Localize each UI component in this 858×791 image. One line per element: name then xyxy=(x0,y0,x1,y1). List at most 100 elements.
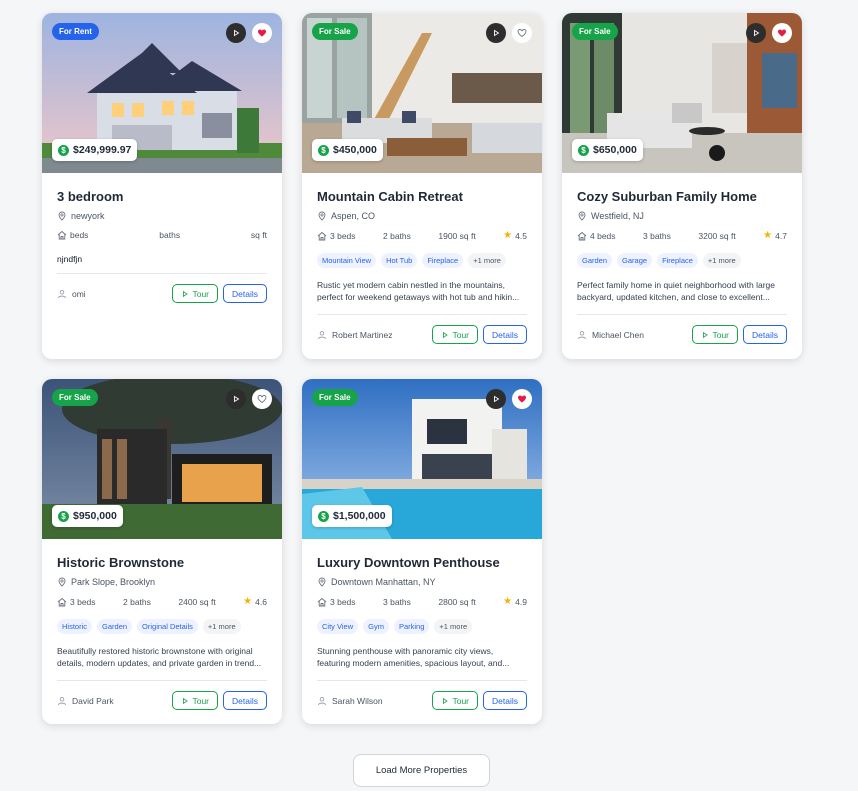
play-tour-button[interactable] xyxy=(226,389,246,409)
details-button[interactable]: Details xyxy=(223,284,267,303)
more-tags-badge: +1 more xyxy=(202,619,241,634)
location-pin-icon xyxy=(317,211,327,221)
play-icon xyxy=(231,394,241,404)
baths-count: 3 baths xyxy=(383,596,411,607)
home-icon xyxy=(57,597,67,607)
agent-name: Robert Martinez xyxy=(332,329,393,340)
tour-button-label: Tour xyxy=(452,329,470,340)
rating-value: 4.5 xyxy=(515,230,527,241)
tour-button-label: Tour xyxy=(192,288,210,299)
location-pin-icon xyxy=(317,577,327,587)
property-image[interactable]: For Sale $ $1,500,000 xyxy=(302,379,542,539)
rating-value: 4.7 xyxy=(775,230,787,241)
tour-button[interactable]: Tour xyxy=(172,691,219,710)
divider xyxy=(317,680,527,681)
star-icon: ★ xyxy=(503,596,513,607)
amenity-tag: Gym xyxy=(363,619,389,634)
divider xyxy=(317,314,527,315)
rating-value: 4.9 xyxy=(515,596,527,607)
favorite-button[interactable] xyxy=(512,23,532,43)
property-card[interactable]: For Sale $ $950,000 Historic Brownstone P… xyxy=(42,379,282,724)
property-card[interactable]: For Sale $ $650,000 Cozy Suburban Family … xyxy=(562,13,802,359)
user-icon xyxy=(317,696,327,706)
details-button[interactable]: Details xyxy=(483,691,527,710)
property-title[interactable]: Historic Brownstone xyxy=(57,555,267,570)
details-button[interactable]: Details xyxy=(483,325,527,344)
more-tags-badge: +1 more xyxy=(468,253,506,268)
favorite-button[interactable] xyxy=(252,23,272,43)
price-value: $650,000 xyxy=(593,144,637,156)
baths-count: 2 baths xyxy=(123,596,151,607)
play-tour-button[interactable] xyxy=(486,389,506,409)
play-icon xyxy=(491,28,501,38)
tour-button[interactable]: Tour xyxy=(692,325,739,344)
play-icon xyxy=(491,394,501,404)
price-tag: $ $249,999.97 xyxy=(52,139,138,161)
play-icon xyxy=(181,290,189,298)
heart-icon xyxy=(517,394,527,404)
location-pin-icon xyxy=(57,577,67,587)
favorite-button[interactable] xyxy=(512,389,532,409)
play-icon xyxy=(231,28,241,38)
star-icon: ★ xyxy=(763,230,773,241)
tour-button[interactable]: Tour xyxy=(432,325,479,344)
location-pin-icon xyxy=(577,211,587,221)
price-tag: $ $950,000 xyxy=(52,505,123,527)
rating: ★ 4.9 xyxy=(503,596,527,607)
property-card[interactable]: For Sale $ $1,500,000 Luxury Downtown Pen… xyxy=(302,379,542,724)
tour-button-label: Tour xyxy=(712,329,730,340)
divider xyxy=(577,314,787,315)
square-feet: 2400 sq ft xyxy=(178,596,216,607)
favorite-button[interactable] xyxy=(772,23,792,43)
play-icon xyxy=(751,28,761,38)
amenity-tag: Garden xyxy=(577,253,613,268)
play-icon xyxy=(441,697,449,705)
amenity-tag: Parking xyxy=(393,619,430,634)
more-tags-badge: +1 more xyxy=(434,619,473,634)
property-card[interactable]: For Sale $ $450,000 Mountain Cabin Retrea… xyxy=(302,13,542,359)
amenity-tag: Historic xyxy=(57,619,93,634)
amenity-tag: Garden xyxy=(97,619,133,634)
rating: ★ 4.7 xyxy=(763,230,787,241)
home-icon xyxy=(57,230,67,240)
square-feet: 2800 sq ft xyxy=(438,596,476,607)
property-description: Rustic yet modern cabin nestled in the m… xyxy=(317,280,520,303)
play-icon xyxy=(181,697,189,705)
property-image[interactable]: For Sale $ $450,000 xyxy=(302,13,542,173)
property-title[interactable]: Luxury Downtown Penthouse xyxy=(317,555,527,570)
favorite-button[interactable] xyxy=(252,389,272,409)
tour-button[interactable]: Tour xyxy=(432,691,479,710)
details-button[interactable]: Details xyxy=(743,325,787,344)
property-title[interactable]: Cozy Suburban Family Home xyxy=(577,189,787,204)
play-icon xyxy=(701,331,709,339)
play-icon xyxy=(441,331,449,339)
property-note: njndfjn xyxy=(57,254,83,264)
details-button[interactable]: Details xyxy=(223,691,267,710)
load-more-button[interactable]: Load More Properties xyxy=(353,754,490,787)
tour-button[interactable]: Tour xyxy=(172,284,219,303)
home-icon xyxy=(317,597,327,607)
rating: ★ 4.5 xyxy=(503,230,527,241)
amenity-tag: Garage xyxy=(617,253,653,268)
dollar-icon: $ xyxy=(318,144,329,156)
agent-name: Sarah Wilson xyxy=(332,695,383,706)
home-icon xyxy=(317,231,327,241)
property-image[interactable]: For Rent $ $249,999.97 xyxy=(42,13,282,173)
play-tour-button[interactable] xyxy=(746,23,766,43)
property-card[interactable]: For Rent $ $249,999.97 3 bedroom newyork … xyxy=(42,13,282,359)
property-image[interactable]: For Sale $ $650,000 xyxy=(562,13,802,173)
property-location: Westfield, NJ xyxy=(591,211,644,221)
price-tag: $ $650,000 xyxy=(572,139,643,161)
beds-count: 4 beds xyxy=(590,230,616,241)
property-title[interactable]: Mountain Cabin Retreat xyxy=(317,189,527,204)
dollar-icon: $ xyxy=(58,510,69,522)
baths-count: 3 baths xyxy=(643,230,671,241)
agent-name: David Park xyxy=(72,695,114,706)
property-image[interactable]: For Sale $ $950,000 xyxy=(42,379,282,539)
play-tour-button[interactable] xyxy=(226,23,246,43)
property-title[interactable]: 3 bedroom xyxy=(57,189,267,204)
price-value: $950,000 xyxy=(73,510,117,522)
play-tour-button[interactable] xyxy=(486,23,506,43)
beds-count: beds xyxy=(70,230,89,240)
heart-icon xyxy=(777,28,787,38)
